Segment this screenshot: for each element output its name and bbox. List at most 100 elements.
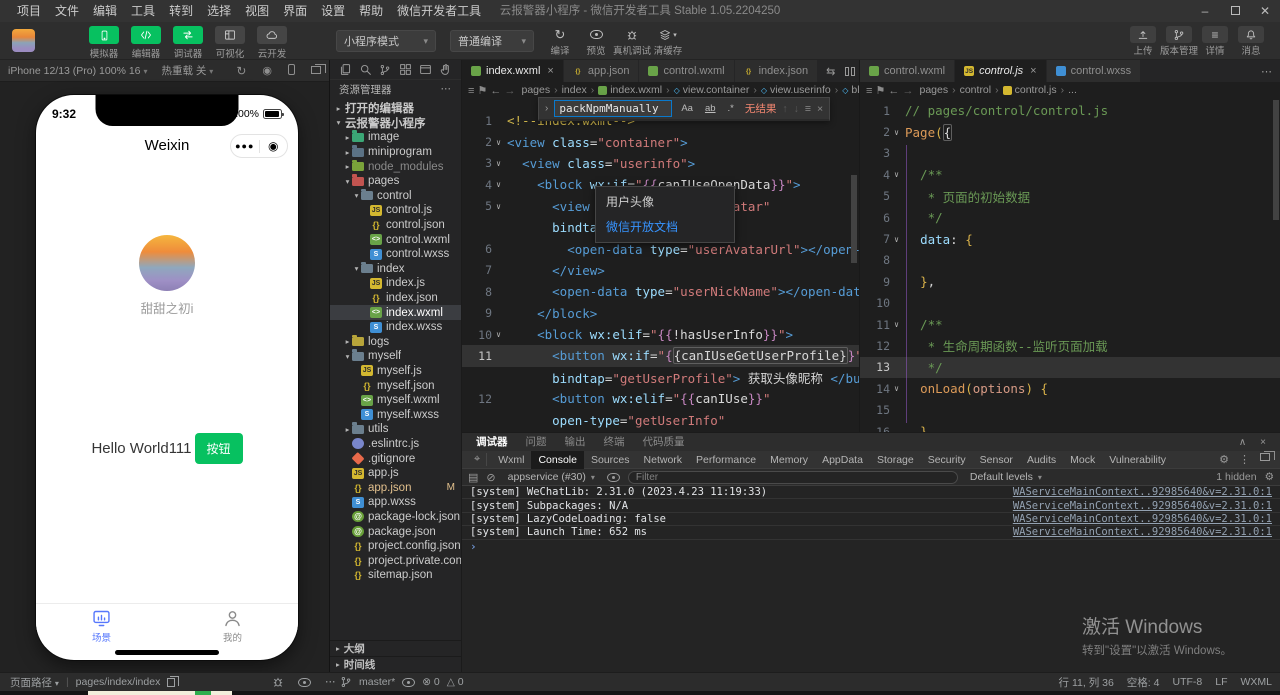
devtools-tab-network[interactable]: Network bbox=[637, 451, 690, 469]
next-match-icon[interactable]: ↓ bbox=[794, 103, 799, 115]
context-select[interactable]: appservice (#30) ▾ bbox=[504, 471, 599, 483]
editor2-code[interactable]: 1// pages/control/control.js 2 ∨ Page({3 4 ∨ … bbox=[860, 98, 1280, 432]
breadcrumb-item[interactable]: pages bbox=[919, 84, 948, 96]
bookmark-icon[interactable]: ⚑ bbox=[477, 85, 487, 97]
copy-icon[interactable] bbox=[167, 675, 180, 687]
compile-select[interactable]: 普通编译 ▾ bbox=[450, 30, 534, 52]
scrollbar[interactable] bbox=[851, 175, 857, 263]
fold-icon[interactable]: ∨ bbox=[890, 128, 903, 137]
blocks-icon[interactable] bbox=[399, 63, 412, 76]
back-icon[interactable]: ← bbox=[490, 85, 501, 97]
mode-select[interactable]: 小程序模式 ▾ bbox=[336, 30, 436, 52]
phone-tab-me[interactable]: 我的 bbox=[167, 604, 298, 647]
toolbar-button-code[interactable]: 编辑器 bbox=[128, 26, 164, 60]
avatar[interactable] bbox=[139, 235, 195, 291]
dock-icon[interactable] bbox=[1260, 451, 1275, 461]
breadcrumb-item[interactable]: ... bbox=[1068, 84, 1077, 96]
debug-icon[interactable] bbox=[272, 676, 284, 688]
tree-item[interactable]: JS myself.js bbox=[330, 364, 461, 379]
tree-item[interactable]: <> control.wxml bbox=[330, 232, 461, 247]
tree-item[interactable]: @ package-lock.json bbox=[330, 510, 461, 525]
popup-icon[interactable] bbox=[311, 63, 326, 77]
close-icon[interactable]: × bbox=[817, 103, 823, 115]
bookmark-icon[interactable]: ⚑ bbox=[875, 85, 885, 97]
toolbar-button-upload[interactable]: 上传 bbox=[1128, 26, 1158, 57]
regex-icon[interactable]: .* bbox=[725, 102, 737, 115]
log-source-link[interactable]: WAServiceMainContext..92985640&v=2.31.0:… bbox=[1013, 513, 1272, 525]
back-icon[interactable]: ← bbox=[888, 85, 899, 97]
close-icon[interactable]: × bbox=[1030, 65, 1036, 77]
tree-item[interactable]: ▸ image bbox=[330, 130, 461, 145]
more-vertical-icon[interactable]: ⋮ bbox=[1239, 453, 1250, 466]
close-icon[interactable]: × bbox=[547, 65, 553, 77]
toolbar-button-cloud[interactable]: 云开发 bbox=[254, 26, 290, 60]
maximize-button[interactable] bbox=[1220, 0, 1250, 22]
tree-item[interactable]: JS app.js bbox=[330, 466, 461, 481]
breadcrumb-item[interactable]: pages bbox=[521, 84, 550, 96]
menu-item[interactable]: 选择 bbox=[200, 0, 238, 22]
fold-icon[interactable]: ∨ bbox=[492, 330, 505, 339]
debugger-tab[interactable]: 终端 bbox=[604, 433, 625, 451]
menu-item[interactable]: 文件 bbox=[48, 0, 86, 22]
encoding[interactable]: UTF-8 bbox=[1172, 676, 1202, 688]
fold-icon[interactable]: ∨ bbox=[890, 320, 903, 329]
devtools-tab-performance[interactable]: Performance bbox=[689, 451, 763, 469]
git-branch-name[interactable]: master* bbox=[359, 676, 395, 688]
fold-icon[interactable]: ∨ bbox=[492, 202, 505, 211]
clear-console-icon[interactable]: ⊘ bbox=[486, 471, 495, 484]
editor-tab[interactable]: {} index.json bbox=[734, 60, 819, 82]
outline-icon[interactable]: ≡ bbox=[866, 85, 872, 97]
eye-icon[interactable] bbox=[298, 677, 311, 687]
breadcrumb-item[interactable]: index bbox=[562, 84, 587, 96]
find-in-selection-icon[interactable]: ≡ bbox=[805, 103, 811, 115]
inspect-icon[interactable]: ⌖ bbox=[468, 453, 488, 466]
forward-icon[interactable]: → bbox=[902, 85, 913, 97]
prev-match-icon[interactable]: ↑ bbox=[782, 103, 787, 115]
tooltip-doc-link[interactable]: 微信开放文档 bbox=[596, 214, 734, 242]
console-sidebar-icon[interactable]: ▤ bbox=[468, 471, 478, 484]
tree-item[interactable]: {} myself.json bbox=[330, 378, 461, 393]
log-source-link[interactable]: WAServiceMainContext..92985640&v=2.31.0:… bbox=[1013, 486, 1272, 498]
whole-word-icon[interactable]: ab bbox=[702, 102, 719, 115]
debugger-tab[interactable]: 输出 bbox=[565, 433, 586, 451]
fold-icon[interactable]: ∨ bbox=[890, 384, 903, 393]
devtools-tab-sources[interactable]: Sources bbox=[584, 451, 637, 469]
tree-item[interactable]: ▾ index bbox=[330, 261, 461, 277]
user-avatar[interactable] bbox=[12, 29, 35, 52]
tree-item[interactable]: {} index.json bbox=[330, 291, 461, 306]
devtools-tab-sensor[interactable]: Sensor bbox=[973, 451, 1020, 469]
menu-item[interactable]: 帮助 bbox=[352, 0, 390, 22]
menu-item[interactable]: 编辑 bbox=[86, 0, 124, 22]
eye-icon[interactable] bbox=[606, 472, 620, 482]
menu-item[interactable]: 工具 bbox=[124, 0, 162, 22]
match-case-icon[interactable]: Aa bbox=[678, 102, 696, 115]
tree-item[interactable]: ▾ pages bbox=[330, 174, 461, 189]
language-mode[interactable]: WXML bbox=[1241, 676, 1273, 688]
devtools-tab-appdata[interactable]: AppData bbox=[815, 451, 870, 469]
breadcrumb-item[interactable]: index.wxml bbox=[598, 84, 662, 96]
editor-tab[interactable]: {} app.json bbox=[563, 60, 640, 82]
tree-item[interactable]: ▸ 打开的编辑器 bbox=[330, 101, 461, 116]
toolbar-button-eye[interactable]: 预览 bbox=[581, 26, 611, 57]
devtools-tab-memory[interactable]: Memory bbox=[763, 451, 815, 469]
devtools-tab-vulnerability[interactable]: Vulnerability bbox=[1102, 451, 1173, 469]
tree-item[interactable]: JS control.js bbox=[330, 203, 461, 218]
minimize-button[interactable]: – bbox=[1190, 0, 1220, 22]
more-icon[interactable]: ⋯ bbox=[325, 676, 336, 688]
tree-item[interactable]: ▸ miniprogram bbox=[330, 145, 461, 160]
split-editor-icon[interactable] bbox=[845, 66, 856, 76]
rotate-icon[interactable]: ↻ bbox=[236, 64, 246, 78]
devtools-tab-mock[interactable]: Mock bbox=[1063, 451, 1102, 469]
menu-item[interactable]: 微信开发者工具 bbox=[390, 0, 488, 22]
tree-item[interactable]: .eslintrc.js bbox=[330, 437, 461, 452]
breadcrumb-item[interactable]: ◇blo bbox=[842, 84, 859, 96]
fold-icon[interactable]: ∨ bbox=[492, 159, 505, 168]
page-path-select[interactable]: 页面路径 ▾ bbox=[10, 675, 59, 690]
error-count[interactable]: ⊗ 0 bbox=[422, 676, 440, 688]
frame-icon[interactable] bbox=[419, 63, 432, 76]
compare-icon[interactable]: ⇆ bbox=[826, 65, 835, 78]
tree-item[interactable]: ▾ 云报警器小程序 bbox=[330, 116, 461, 131]
tree-item[interactable]: ▸ utils bbox=[330, 422, 461, 437]
close-button[interactable]: ✕ bbox=[1250, 0, 1280, 22]
debugger-tab[interactable]: 问题 bbox=[526, 433, 547, 451]
